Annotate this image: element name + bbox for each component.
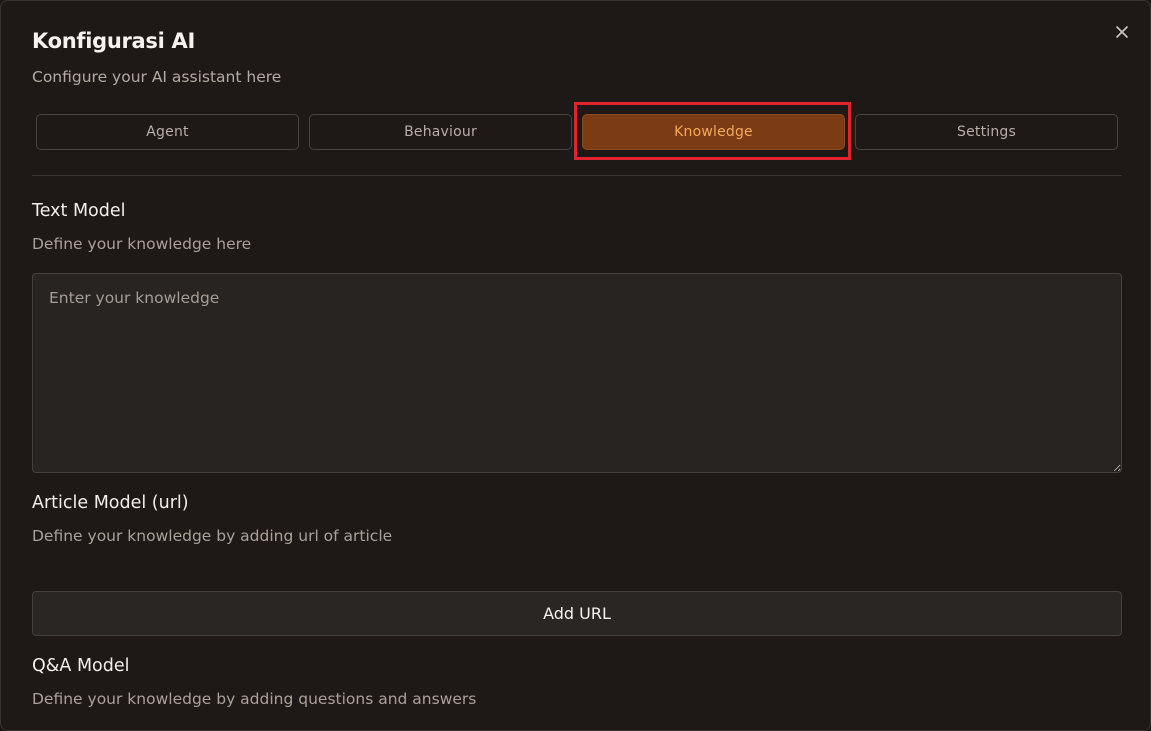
- close-icon: [1116, 26, 1128, 38]
- tab-knowledge[interactable]: Knowledge: [582, 114, 845, 150]
- divider: [32, 175, 1122, 176]
- article-model-title: Article Model (url): [32, 493, 189, 513]
- dialog-title: Konfigurasi AI: [32, 29, 196, 53]
- tab-bar: Agent Behaviour Knowledge Settings: [36, 114, 1118, 150]
- tab-behaviour[interactable]: Behaviour: [309, 114, 572, 150]
- tab-agent[interactable]: Agent: [36, 114, 299, 150]
- qa-model-description: Define your knowledge by adding question…: [32, 690, 477, 708]
- ai-config-dialog: Konfigurasi AI Configure your AI assista…: [0, 0, 1151, 731]
- qa-model-title: Q&A Model: [32, 656, 130, 676]
- knowledge-textarea[interactable]: [32, 273, 1122, 473]
- close-button[interactable]: [1111, 21, 1133, 43]
- add-url-button[interactable]: Add URL: [32, 591, 1122, 636]
- article-model-description: Define your knowledge by adding url of a…: [32, 527, 393, 545]
- dialog-subtitle: Configure your AI assistant here: [32, 68, 282, 86]
- tab-settings[interactable]: Settings: [855, 114, 1118, 150]
- text-model-description: Define your knowledge here: [32, 235, 252, 253]
- text-model-title: Text Model: [32, 201, 126, 221]
